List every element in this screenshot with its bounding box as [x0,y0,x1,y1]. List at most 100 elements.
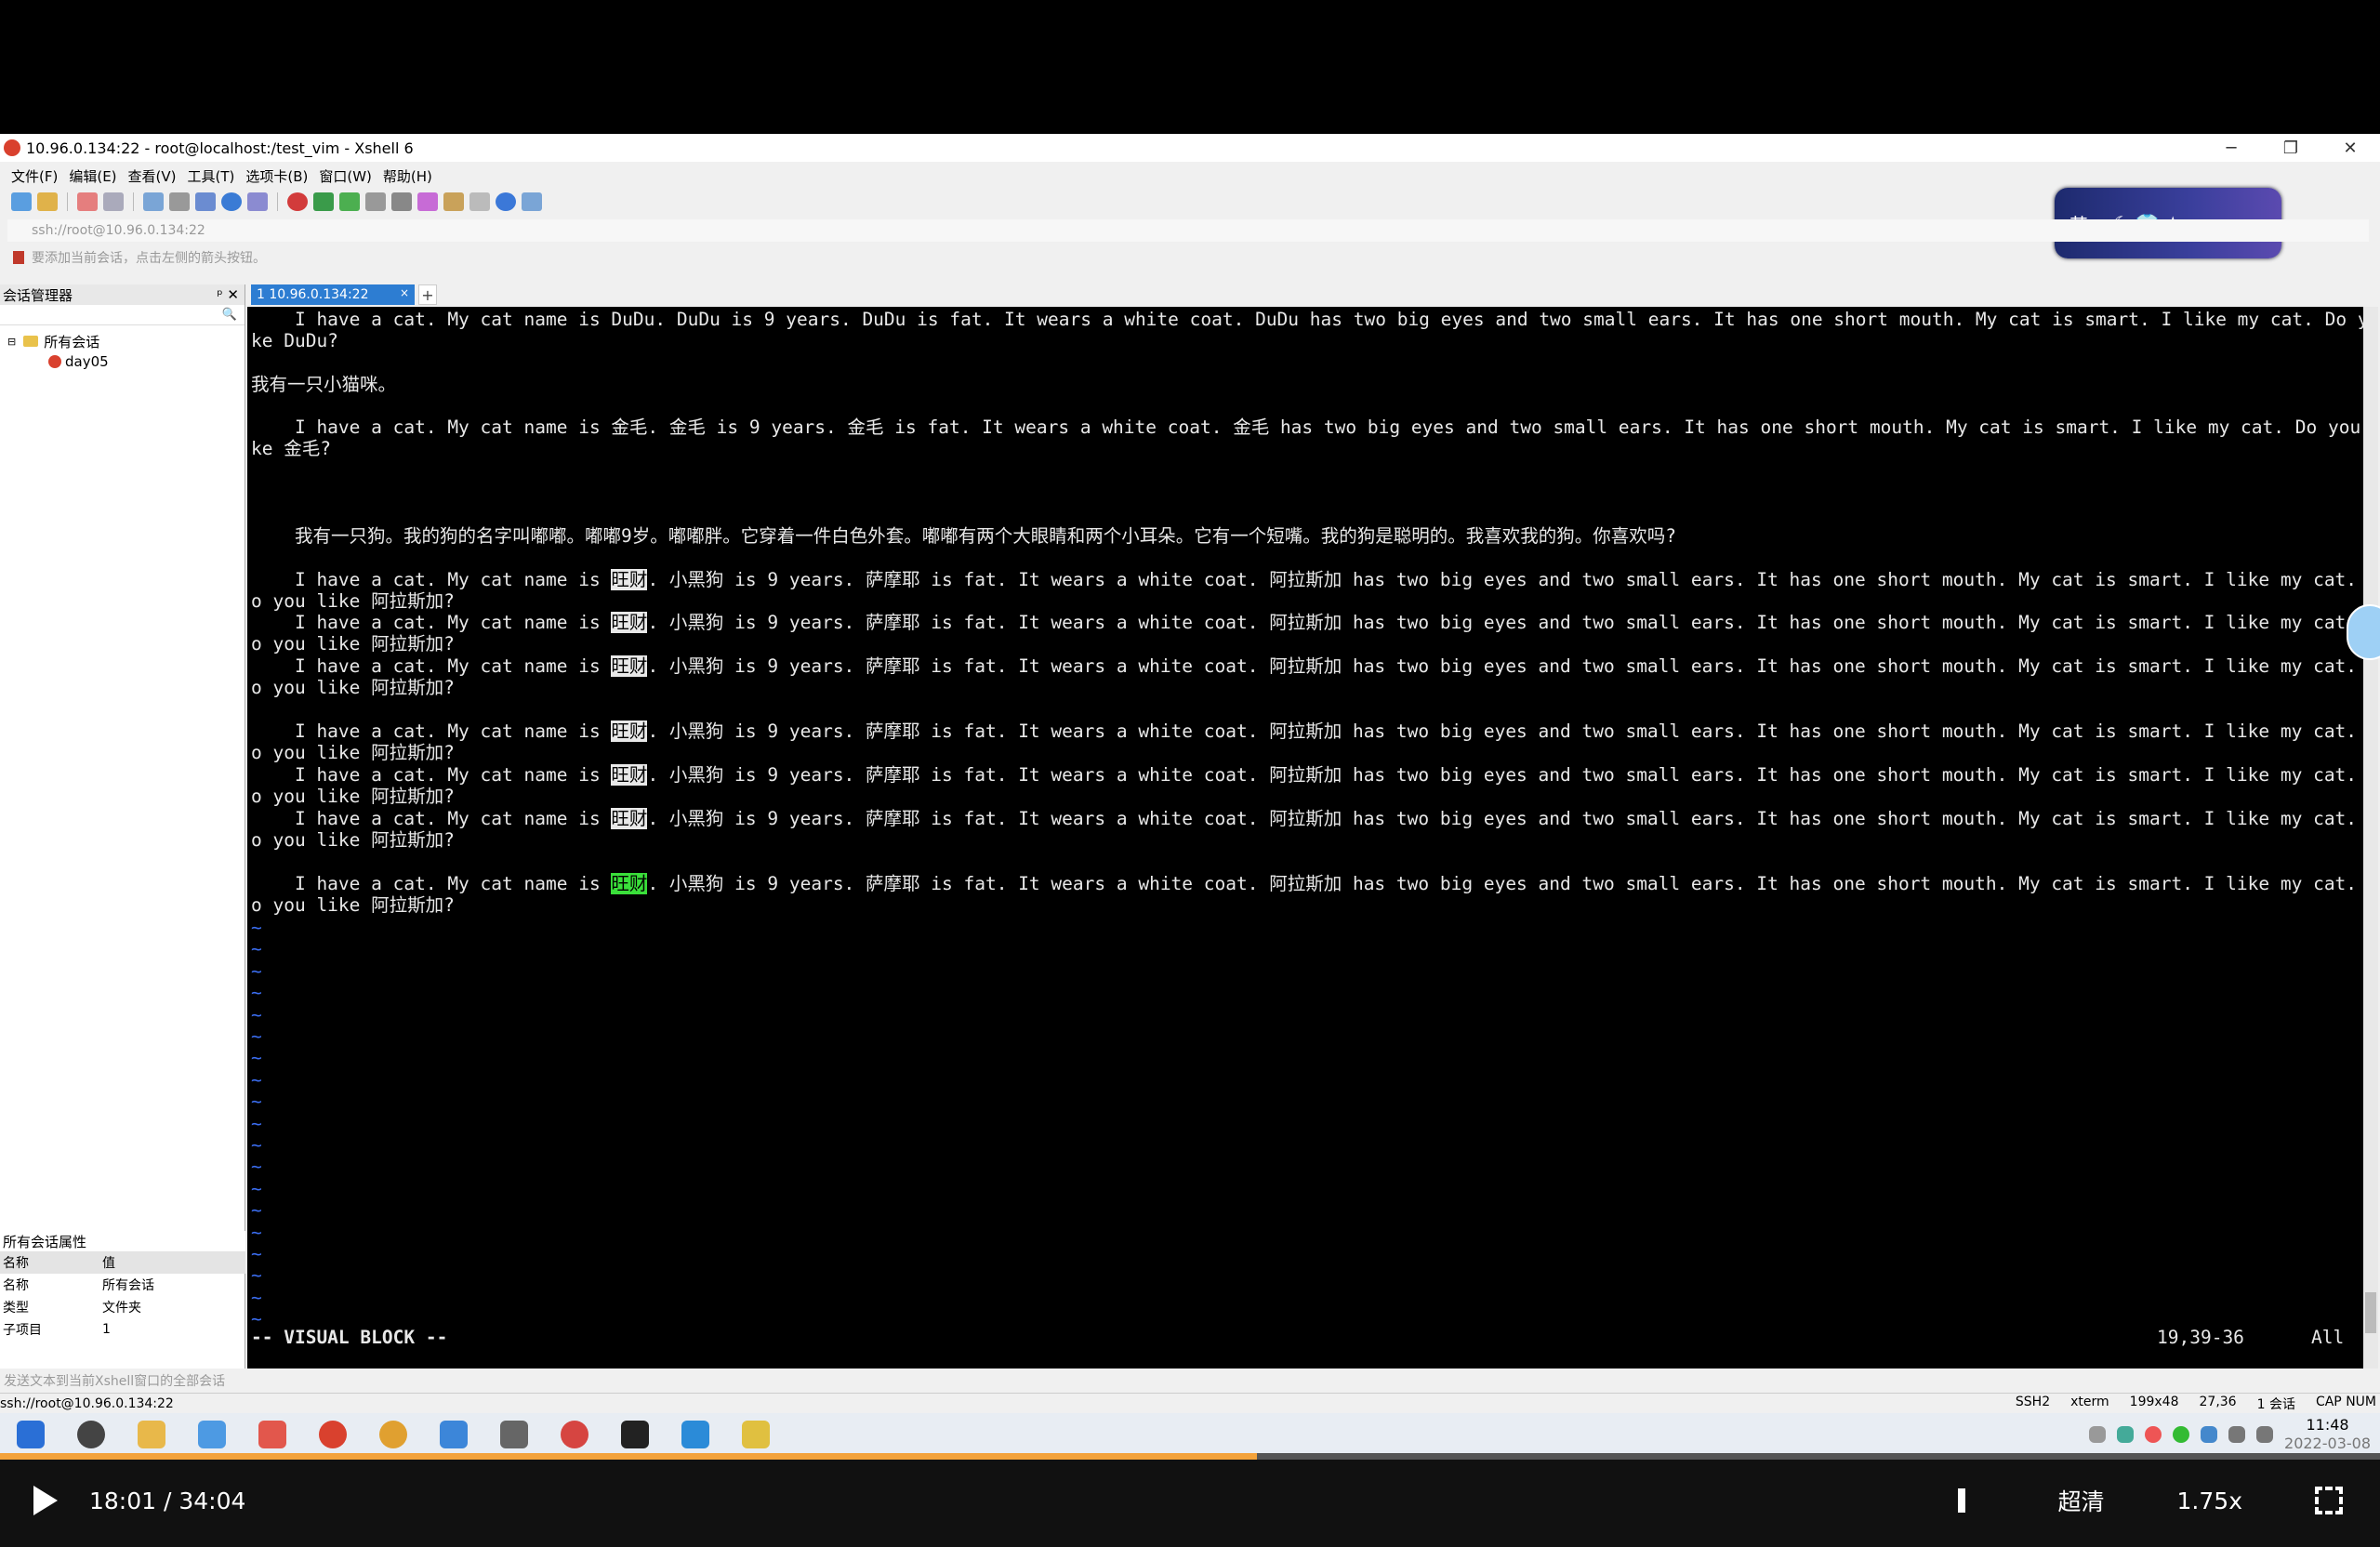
menu-help[interactable]: 帮助(H) [383,166,432,186]
status-sessions: 1 会话 [2256,1396,2295,1412]
video-progress-bar[interactable] [0,1453,2380,1460]
speed-button[interactable]: 1.75x [2177,1488,2242,1514]
header-value: 值 [102,1256,115,1271]
new-session-icon[interactable] [11,192,32,211]
video-player-controls: 18:01 / 34:04 超清 1.75x [0,1460,2380,1547]
menu-edit[interactable]: 编辑(E) [69,166,116,186]
wechat-icon[interactable] [2173,1426,2190,1443]
session-search-input[interactable]: 🔍 [0,305,245,325]
file-explorer-icon[interactable] [138,1421,165,1448]
toolbar [0,188,2380,216]
floating-bubble[interactable] [2347,604,2380,660]
terminal-line: o you like 阿拉斯加? [251,786,455,807]
tray-icon[interactable] [2117,1426,2135,1443]
fullscreen-icon[interactable] [339,192,360,211]
mail-icon[interactable] [440,1421,468,1448]
panel-pin-close-icon[interactable]: ᵖ ✕ [217,286,239,303]
typora-icon[interactable] [621,1421,649,1448]
terminal-scrollbar[interactable] [2363,307,2378,1368]
collapse-icon[interactable]: ⊟ [7,336,16,348]
terminal-line: ke 金毛? [251,438,331,459]
hint-text: 要添加当前会话，点击左侧的箭头按钮。 [32,251,266,266]
scrollbar-thumb[interactable] [2365,1292,2376,1333]
new-tab-button[interactable]: + [418,284,437,305]
tree-item-all-sessions[interactable]: ⊟ 所有会话 [0,331,245,351]
prop-key: 名称 [3,1278,29,1293]
disconnect-icon[interactable] [103,192,124,211]
bookmark-flag-icon[interactable] [13,251,24,264]
vim-empty-line-marker: ~ [251,1003,262,1025]
app-icon[interactable] [198,1421,226,1448]
lock-icon[interactable] [365,192,386,211]
chat-icon[interactable] [522,192,542,211]
volume-icon[interactable] [1957,1488,1986,1513]
reconnect-icon[interactable] [77,192,98,211]
video-time: 18:01 / 34:04 [89,1488,246,1514]
store-icon[interactable] [258,1421,286,1448]
send-to-all-bar[interactable]: 发送文本到当前Xshell窗口的全部会话 [0,1370,2380,1391]
tray-icon[interactable] [2089,1426,2107,1443]
hint-bar: 要添加当前会话，点击左侧的箭头按钮。 [7,247,2369,268]
minimize-button[interactable]: ─ [2202,134,2261,162]
terminal-line: 我有一只狗。我的狗的名字叫嘟嘟。嘟嘟9岁。嘟嘟胖。它穿着一件白色外套。嘟嘟有两个… [251,525,1676,547]
terminal-line: I have a cat. My cat name is 旺财. 小黑狗 is … [251,764,2363,786]
play-icon[interactable] [33,1486,58,1515]
search-icon[interactable] [77,1421,105,1448]
search-icon[interactable]: 🔍 [222,308,237,322]
taskbar-clock[interactable]: 11:48 2022-03-08 [2284,1416,2371,1453]
video-progress-fill [0,1453,1257,1460]
tab-close-icon[interactable]: × [400,286,409,299]
vim-empty-line-marker: ~ [251,1047,262,1069]
network-icon[interactable] [2228,1426,2246,1443]
terminal-line: 我有一只小猫咪。 [251,374,397,395]
find-icon[interactable] [169,192,190,211]
quality-button[interactable]: 超清 [2058,1484,2105,1517]
browser-icon[interactable] [561,1421,588,1448]
start-icon[interactable] [17,1421,45,1448]
address-bar[interactable]: ssh://root@10.96.0.134:22 [7,219,2369,242]
fullscreen-icon[interactable] [2315,1487,2343,1514]
maximize-button[interactable]: ❐ [2261,134,2320,162]
session-tree: ⊟ 所有会话 day05 [0,325,245,372]
properties-icon[interactable] [143,192,164,211]
terminal-line: I have a cat. My cat name is 旺财. 小黑狗 is … [251,808,2363,829]
xshell-taskbar-icon[interactable] [319,1421,347,1448]
tree-item-day05[interactable]: day05 [0,351,245,372]
layout-icon[interactable] [195,192,216,211]
tray-icon[interactable] [2145,1426,2162,1443]
close-button[interactable]: ✕ [2320,134,2380,162]
script-icon[interactable] [417,192,438,211]
prop-value: 所有会话 [102,1278,154,1293]
menu-window[interactable]: 窗口(W) [319,166,372,186]
terminal-line: o you like 阿拉斯加? [251,633,455,654]
menu-file[interactable]: 文件(F) [11,166,58,186]
cloud-icon[interactable] [500,1421,528,1448]
status-connection: ssh://root@10.96.0.134:22 [0,1395,174,1411]
font-icon[interactable] [247,192,268,211]
xftp-icon[interactable] [287,192,308,211]
globe-icon[interactable] [221,192,242,211]
vm-icon[interactable] [681,1421,709,1448]
menu-bar: 文件(F) 编辑(E) 查看(V) 工具(T) 选项卡(B) 窗口(W) 帮助(… [0,164,443,188]
table-row: 名称 所有会话 [0,1274,245,1296]
help-icon[interactable] [496,192,516,211]
tunnel-icon[interactable] [313,192,334,211]
bluetooth-icon[interactable] [2201,1426,2218,1443]
terminal[interactable]: I have a cat. My cat name is DuDu. DuDu … [247,307,2363,1368]
open-folder-icon[interactable] [37,192,58,211]
menu-tools[interactable]: 工具(T) [188,166,235,186]
chrome-icon[interactable] [379,1421,407,1448]
vim-empty-line-marker: ~ [251,1264,262,1287]
notepad-icon[interactable] [742,1421,770,1448]
tab-session-1[interactable]: 1 10.96.0.134:22 × [251,284,415,305]
status-caps: CAP NUM [2315,1394,2376,1409]
compose-icon[interactable] [469,192,490,211]
menu-view[interactable]: 查看(V) [128,166,177,186]
menu-tabs[interactable]: 选项卡(B) [245,166,308,186]
table-row: 子项目 1 [0,1318,245,1341]
vim-scroll-indicator: All [2311,1327,2345,1348]
visual-block-selection: 旺财 [611,612,648,633]
keyboard-icon[interactable] [391,192,412,211]
transfer-icon[interactable] [443,192,464,211]
volume-icon[interactable] [2256,1426,2274,1443]
